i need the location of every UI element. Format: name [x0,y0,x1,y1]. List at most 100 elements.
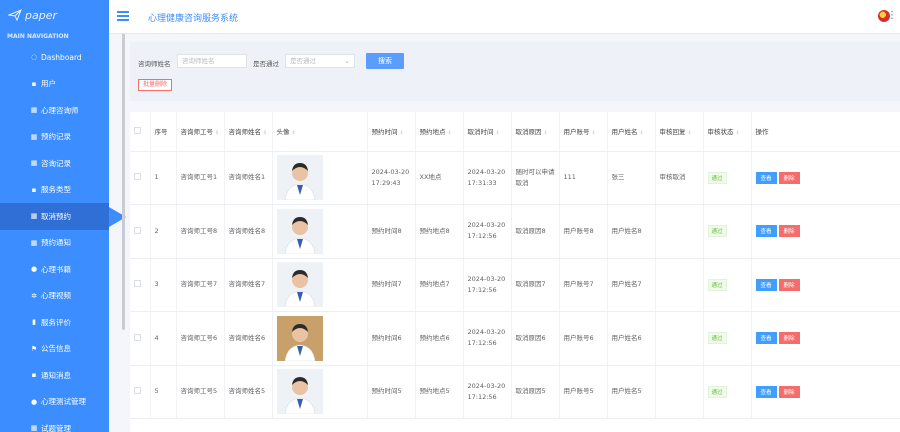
view-button[interactable]: 查看 [755,332,777,345]
column-header-5[interactable]: 预约时间 ⇕ [367,112,416,152]
cell-reply [655,311,704,366]
cell-place: 预约地点6 [415,311,464,366]
name-search-input[interactable]: 咨询师姓名 [177,54,247,68]
sort-icon[interactable]: ⇕ [292,130,296,136]
column-header-6[interactable]: 预约地点 ⇕ [415,112,464,152]
cell-reply [655,258,704,312]
sidebar-item-5[interactable]: ▦ 咨询记录 [0,150,109,177]
pass-select[interactable]: 是否通过 ⌄ [285,54,355,68]
cell-place: 预约地点7 [415,258,464,312]
photo-cell [272,311,368,366]
column-header-9[interactable]: 用户账号 ⇕ [559,112,608,152]
sort-icon[interactable]: ⇕ [544,130,548,136]
sort-icon[interactable]: ⇕ [400,130,404,136]
batch-delete-button[interactable]: 批量删除 [138,79,173,91]
cell-cancel-time: 2024-03-20 17:12:56 [463,204,512,259]
row-checkbox[interactable] [134,387,141,395]
row-select-cell [130,151,151,205]
sort-icon[interactable]: ⇕ [736,130,740,136]
delete-button[interactable]: 删除 [778,385,800,398]
cell-reply [655,365,704,419]
sidebar-item-3[interactable]: ▦ 心理咨询师 [0,97,109,124]
column-header-label: 头像 [276,128,290,137]
app-logo[interactable]: paper [0,0,109,30]
sort-icon[interactable]: ⇕ [496,130,500,136]
cell-text: 3 [154,280,159,289]
column-header-8[interactable]: 取消原因 ⇕ [511,112,560,152]
view-button[interactable]: 查看 [755,278,777,291]
row-checkbox[interactable] [134,280,141,288]
cell-text: 预约地点5 [419,387,450,396]
grid-icon: ▦ [30,424,38,432]
sidebar-item-label: 服务类型 [41,185,71,195]
view-button[interactable]: 查看 [755,225,777,238]
view-button[interactable]: 查看 [755,385,777,398]
sidebar-item-12[interactable]: ⚑ 公告信息 [0,336,109,363]
cell-no: 4 [150,311,177,366]
sort-icon[interactable]: ⇕ [592,130,596,136]
cell-cancel-time: 2024-03-20 17:12:56 [463,258,512,312]
sidebar-item-13[interactable]: ▪ 通知消息 [0,362,109,389]
column-header-label: 咨询师姓名 [228,128,262,137]
sidebar-item-label: 试题管理 [41,423,71,432]
column-header-4[interactable]: 头像 ⇕ [272,112,368,152]
delete-button[interactable]: 删除 [778,332,800,345]
cell-text: 取消原因8 [515,226,546,235]
sidebar-item-14[interactable]: ● 心理测试管理 [0,389,109,416]
sort-icon[interactable]: ⇕ [448,130,452,136]
column-header-label: 用户账号 [563,128,590,137]
nav-list: ◌ Dashboard ▪ 用户 ▦ 心理咨询师 ▦ 预约记录 ▦ 咨询记录 ▪ 服务类型 ▦ 取消预约 ▦… [0,44,109,432]
status-badge: 通过 [707,332,727,345]
row-checkbox[interactable] [134,226,141,234]
column-header-3[interactable]: 咨询师姓名 ⇕ [224,112,273,152]
sidebar-item-6[interactable]: ▪ 服务类型 [0,177,109,204]
row-checkbox[interactable] [134,333,141,341]
actions-cell: 查看 删除 [751,204,900,259]
photo-cell [272,365,368,419]
sidebar-item-label: 取消预约 [41,211,71,221]
sort-icon[interactable]: ⇕ [688,130,692,136]
status-cell: 通过 [703,151,752,205]
column-header-11[interactable]: 审核回复 ⇕ [655,112,704,152]
sidebar-item-8[interactable]: ▦ 预约通知 [0,230,109,257]
sidebar-item-9[interactable]: ● 心理书籍 [0,256,109,283]
sidebar-item-2[interactable]: ▪ 用户 [0,71,109,98]
cell-reply: 审核取消 [655,151,704,205]
row-checkbox[interactable] [134,173,141,181]
sidebar-item-15[interactable]: ▦ 试题管理 [0,415,109,432]
search-button[interactable]: 搜索 [366,53,404,69]
cell-text: 预约地点7 [419,280,450,289]
delete-button[interactable]: 删除 [778,171,800,184]
column-header-7[interactable]: 取消时间 ⇕ [463,112,512,152]
cell-text: 咨询师工号5 [180,387,218,396]
sidebar-item-label: 心理视频 [41,291,71,301]
counselor-photo [276,262,323,308]
cell-text: 2024-03-20 17:12:56 [467,328,506,348]
status-badge: 通过 [707,385,727,398]
column-header-12[interactable]: 审核状态 ⇕ [703,112,752,152]
cell-text: 审核取消 [659,173,686,182]
column-header-label: 咨询师工号 [180,128,214,137]
sidebar-item-1[interactable]: ◌ Dashboard [0,44,109,71]
sidebar-item-10[interactable]: ✲ 心理视频 [0,283,109,310]
sidebar-item-11[interactable]: ▮ 服务评价 [0,309,109,336]
column-header-label: 取消原因 [515,128,542,137]
delete-button[interactable]: 删除 [778,225,800,238]
sidebar-item-7[interactable]: ▦ 取消预约 [0,203,109,230]
sort-icon[interactable]: ⇕ [215,130,219,136]
counselor-photo [276,208,323,254]
delete-button[interactable]: 删除 [778,278,800,291]
sidebar-item-label: 公告信息 [41,344,71,354]
sort-icon[interactable]: ⇕ [263,130,267,136]
column-header-2[interactable]: 咨询师工号 ⇕ [176,112,225,152]
sidebar-scrollbar[interactable] [122,30,125,330]
cell-appt-time: 预约时间8 [367,204,416,259]
view-button[interactable]: 查看 [755,171,777,184]
more-options-icon[interactable]: ⋮ [887,10,897,21]
sidebar-item-4[interactable]: ▦ 预约记录 [0,124,109,151]
select-all-checkbox[interactable] [134,126,141,134]
column-header-10[interactable]: 用户姓名 ⇕ [607,112,656,152]
sort-icon[interactable]: ⇕ [640,130,644,136]
cell-work-no: 咨询师工号1 [176,151,225,205]
menu-toggle-icon[interactable] [117,11,129,21]
